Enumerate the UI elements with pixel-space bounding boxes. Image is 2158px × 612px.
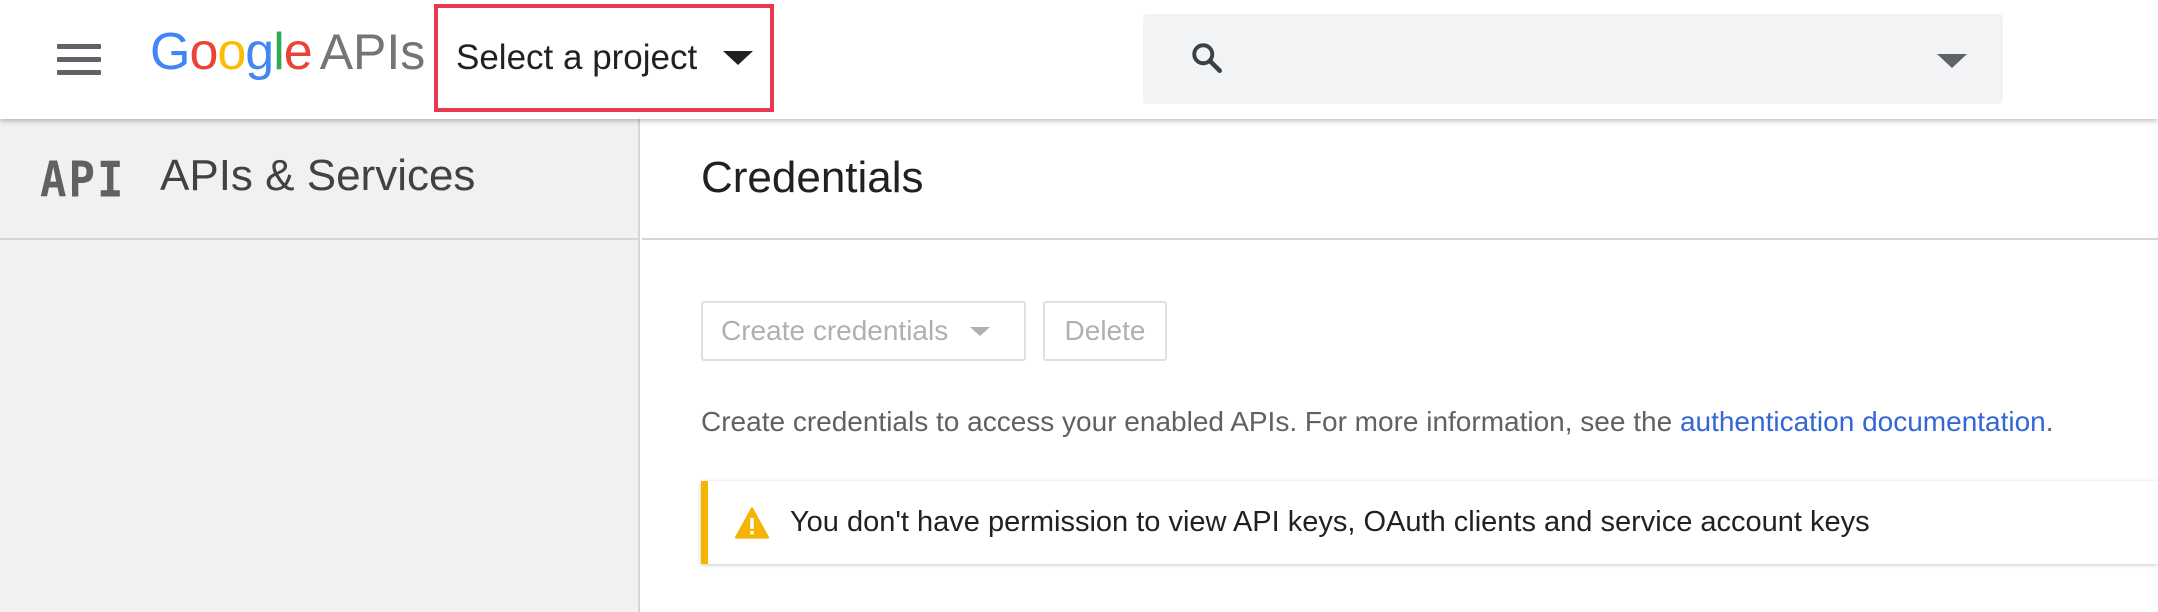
sidebar-title[interactable]: APIs & Services bbox=[160, 151, 475, 201]
google-wordmark: Google bbox=[150, 23, 313, 81]
delete-label: Delete bbox=[1064, 315, 1146, 346]
chevron-down-icon bbox=[723, 51, 754, 65]
search-options-chevron-icon[interactable] bbox=[1937, 54, 1967, 68]
create-credentials-button[interactable]: Create credentials bbox=[701, 301, 1026, 361]
page-header: Credentials bbox=[642, 119, 2158, 240]
info-text-suffix: . bbox=[2045, 406, 2054, 437]
create-credentials-label: Create credentials bbox=[721, 315, 949, 346]
google-apis-logo[interactable]: Google APIs bbox=[150, 22, 425, 88]
main-content: Credentials Create credentials Delete Cr… bbox=[642, 119, 2158, 612]
sidebar-header: API APIs & Services bbox=[0, 119, 638, 240]
permission-warning-alert: You don't have permission to view API ke… bbox=[701, 481, 2158, 564]
search-icon bbox=[1192, 43, 1222, 73]
project-select-label: Select a project bbox=[456, 38, 698, 77]
credentials-info-text: Create credentials to access your enable… bbox=[701, 406, 2054, 438]
authentication-documentation-link[interactable]: authentication documentation bbox=[1680, 406, 2046, 437]
delete-button[interactable]: Delete bbox=[1043, 301, 1167, 361]
chevron-down-icon bbox=[970, 326, 991, 336]
warning-icon bbox=[734, 506, 770, 539]
alert-message: You don't have permission to view API ke… bbox=[790, 506, 1870, 538]
menu-icon[interactable] bbox=[55, 40, 105, 80]
search-bar[interactable] bbox=[1143, 14, 2003, 104]
api-icon: API bbox=[40, 151, 126, 210]
project-select-button[interactable]: Select a project bbox=[434, 4, 774, 112]
apis-wordmark: APIs bbox=[319, 24, 426, 80]
page-title: Credentials bbox=[701, 153, 924, 202]
top-app-bar: Google APIs Select a project bbox=[0, 0, 2158, 119]
sidebar: API APIs & Services bbox=[0, 119, 640, 612]
info-text: Create credentials to access your enable… bbox=[701, 406, 1680, 437]
search-input[interactable] bbox=[1253, 34, 1903, 84]
